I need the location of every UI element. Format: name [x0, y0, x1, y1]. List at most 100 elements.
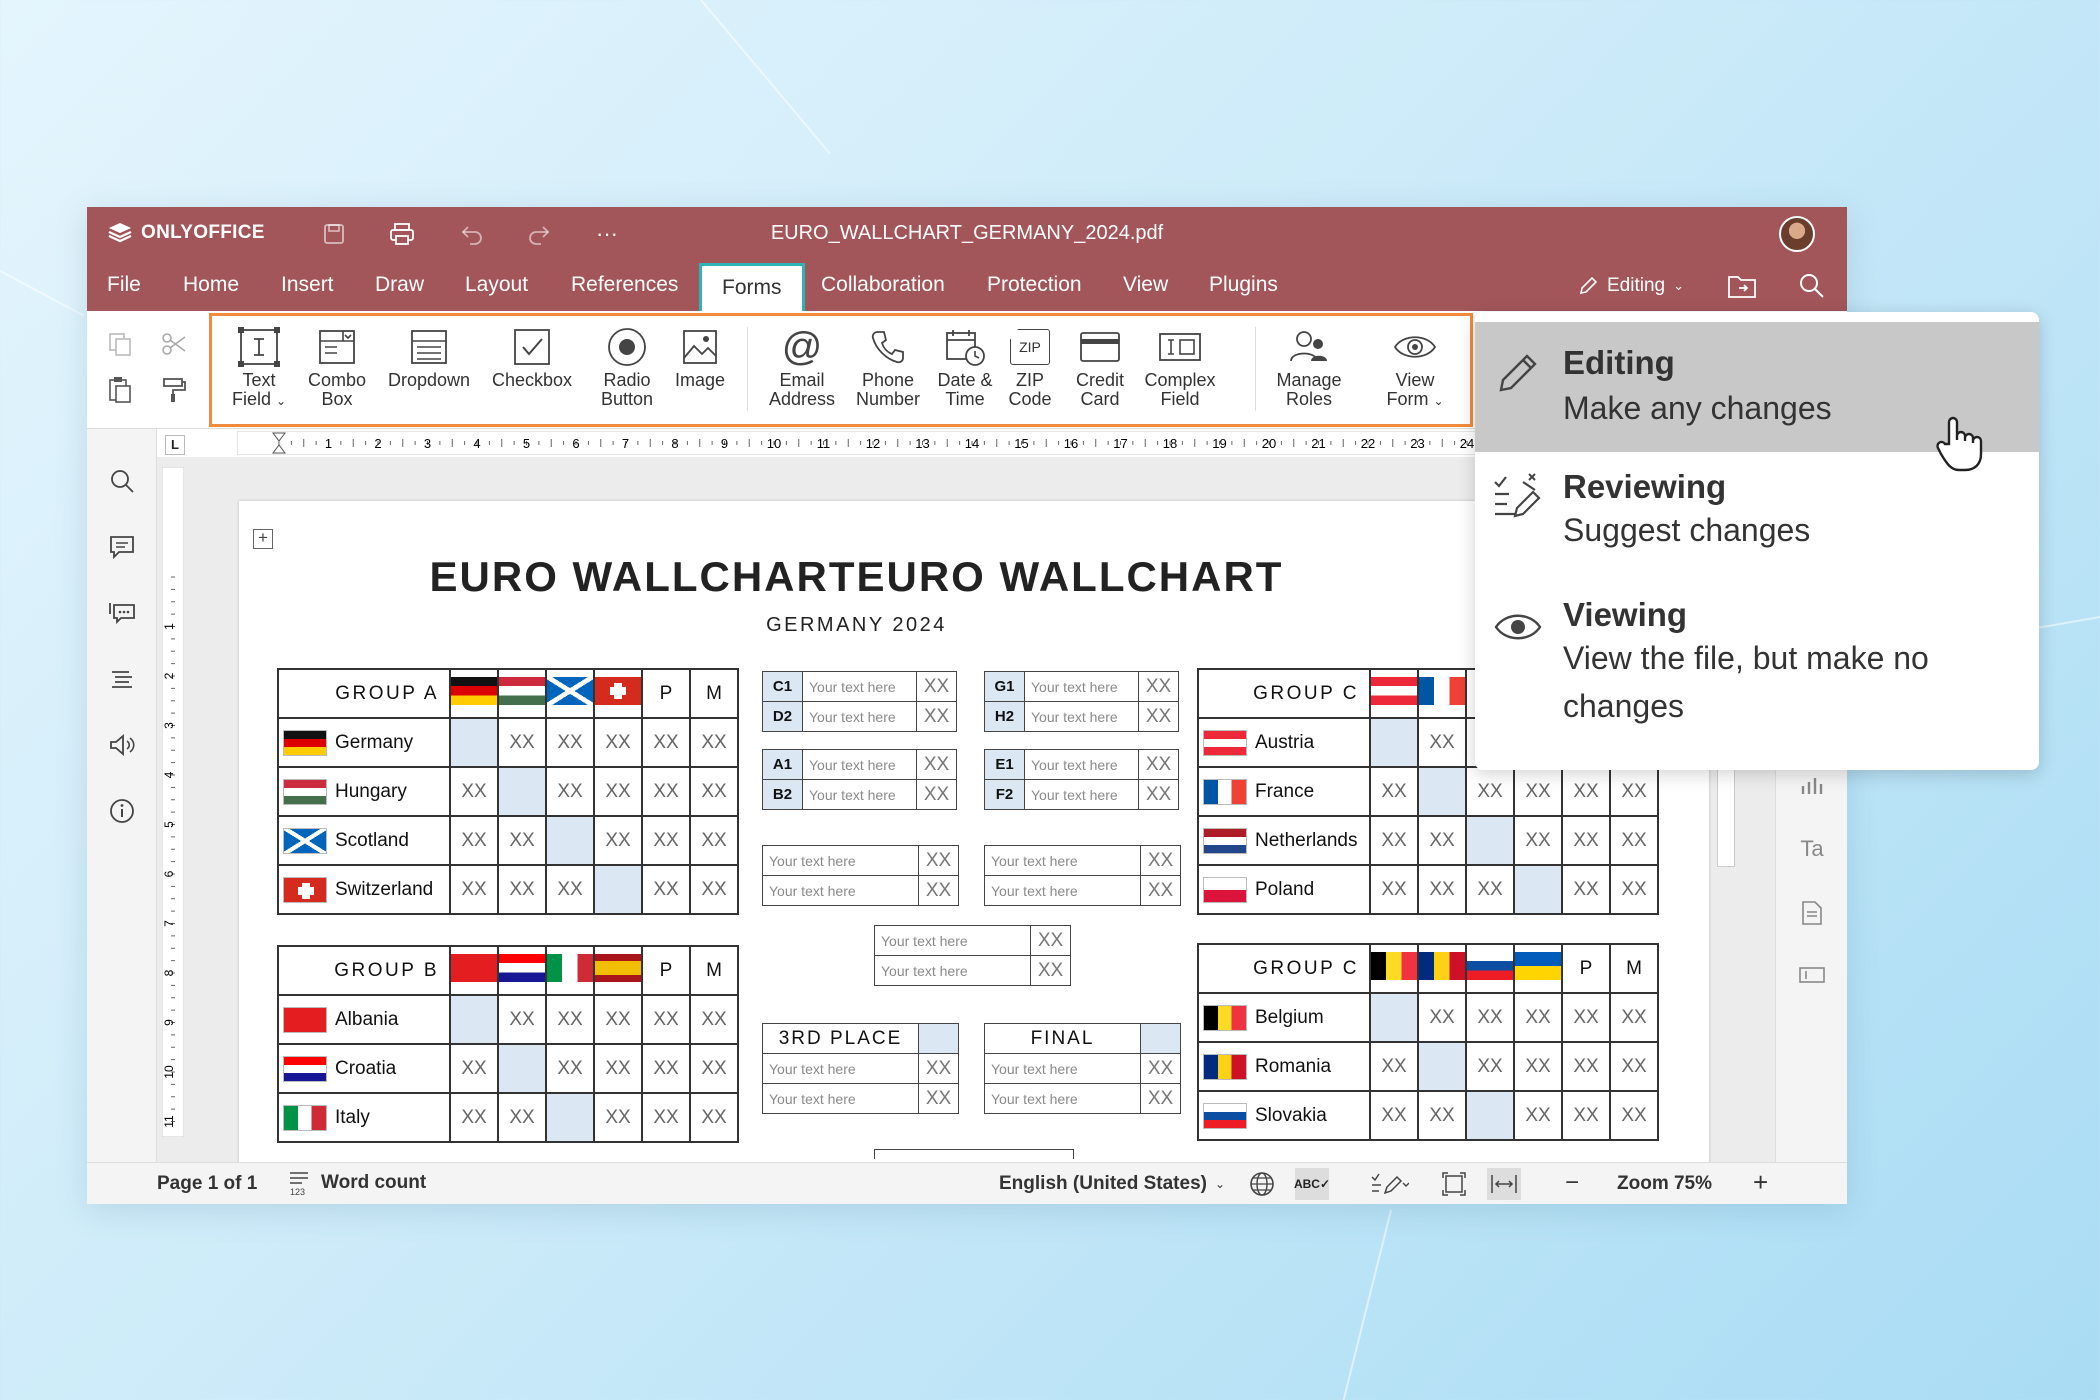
table-cell: A1: [762, 749, 803, 780]
menu-home[interactable]: Home: [183, 273, 239, 297]
team-name: Scotland: [335, 829, 409, 851]
menu-plugins[interactable]: Plugins: [1209, 273, 1278, 297]
zip-icon: ZIP: [1010, 329, 1050, 365]
menu-forms[interactable]: Forms: [699, 263, 805, 311]
table-cell: G1: [984, 671, 1025, 702]
dropdown-button[interactable]: Dropdown: [380, 325, 478, 390]
page-indicator[interactable]: Page 1 of 1: [157, 1173, 257, 1194]
text-art-icon[interactable]: Ta: [1796, 833, 1828, 865]
menu-protection[interactable]: Protection: [987, 273, 1082, 297]
text-field-button[interactable]: Text Field ⌄: [214, 325, 304, 411]
table-cell: F2: [984, 779, 1025, 810]
menu-draw[interactable]: Draw: [375, 273, 424, 297]
table-row: Hungary XX XX XX XX XX: [277, 766, 739, 817]
paste-icon[interactable]: [105, 375, 135, 405]
menu-insert[interactable]: Insert: [281, 273, 334, 297]
table-cell: XX: [449, 766, 499, 817]
final-table: FINAL Your text here XX Your text here XX: [984, 1023, 1181, 1114]
chart-icon[interactable]: [1796, 769, 1828, 801]
ruler-tick-label: 11: [162, 1115, 176, 1128]
info-icon[interactable]: [106, 795, 138, 827]
word-count-button[interactable]: 123 Word count: [287, 1169, 426, 1197]
table-cell: XX: [449, 1043, 499, 1094]
table-cell: [545, 945, 595, 996]
table-row: G1 Your text here XX: [984, 671, 1179, 702]
mode-option-reviewing[interactable]: Reviewing Suggest changes: [1475, 452, 2039, 580]
table-row: A1 Your text here XX: [762, 749, 957, 780]
radio-button-label-2: Button: [600, 389, 654, 409]
fit-width-icon[interactable]: [1487, 1168, 1521, 1200]
fit-page-icon[interactable]: [1439, 1169, 1469, 1199]
chat-icon[interactable]: [106, 597, 138, 629]
spellcheck-icon[interactable]: ABC✓: [1294, 1168, 1330, 1200]
third-place-table: 3RD PLACE Your text here XX Your text her…: [762, 1023, 959, 1114]
credit-card-label-1: Credit: [1075, 370, 1124, 390]
ruler-tick-label: 19: [1212, 436, 1226, 451]
view-form-button[interactable]: View Form ⌄: [1377, 325, 1453, 411]
table-cell: XX: [1609, 864, 1659, 915]
table-row: Your text here XX: [984, 1053, 1181, 1084]
search-icon[interactable]: [106, 465, 138, 497]
globe-icon[interactable]: [1247, 1169, 1277, 1199]
language-selector[interactable]: English (United States) ⌄: [999, 1173, 1225, 1195]
table-cell: [497, 1043, 547, 1094]
form-settings-icon[interactable]: [1796, 897, 1828, 929]
format-painter-icon[interactable]: [159, 375, 189, 405]
dropdown-label: Dropdown: [387, 370, 471, 390]
search-icon[interactable]: [1797, 271, 1827, 301]
user-avatar[interactable]: [1779, 216, 1815, 252]
checkbox-icon: [514, 329, 550, 365]
table-cell: XX: [545, 864, 595, 915]
editing-mode-button[interactable]: Editing ⌄: [1577, 275, 1684, 297]
credit-card-button[interactable]: Credit Card: [1065, 325, 1135, 409]
mode-option-editing[interactable]: Editing Make any changes: [1475, 322, 2039, 472]
manage-roles-button[interactable]: Manage Roles: [1263, 325, 1355, 409]
tab-stop-selector[interactable]: L: [165, 435, 185, 455]
menu-references[interactable]: References: [571, 273, 678, 297]
image-label: Image: [674, 370, 726, 390]
group-c-head: GROUP C: [1197, 668, 1371, 719]
mode-option-viewing[interactable]: Viewing View the file, but make no chang…: [1475, 580, 2039, 760]
complex-field-icon: [1159, 333, 1201, 361]
table-cell: XX: [449, 1092, 499, 1143]
combo-box-button[interactable]: Combo Box: [292, 325, 382, 409]
date-time-button[interactable]: Date & Time: [927, 325, 1003, 409]
table-row: GROUP A P M: [277, 668, 739, 719]
table-cell: XX: [1609, 766, 1659, 817]
switzerland-flag-icon: [283, 876, 327, 903]
track-changes-icon[interactable]: [1363, 1169, 1415, 1199]
menu-collaboration[interactable]: Collaboration: [821, 273, 945, 297]
horizontal-ruler[interactable]: 1 2 3 4 5 6 7 8 9 10 11 12 13 14 15 16 17 18 19 20 21 22 23 24: [237, 431, 1567, 455]
speaker-icon[interactable]: [106, 729, 138, 761]
table-cell: XX: [1609, 1041, 1659, 1092]
dropdown-icon: [411, 330, 447, 364]
table-cell: E1: [984, 749, 1025, 780]
combo-box-label-1: Combo: [307, 370, 367, 390]
eye-icon: [1494, 614, 1542, 640]
table-cell: XX: [1561, 864, 1611, 915]
menu-file[interactable]: File: [107, 273, 141, 297]
open-location-icon[interactable]: [1727, 271, 1757, 301]
vertical-ruler[interactable]: 1 2 3 4 5 6 7 8 9 10 11: [162, 467, 184, 1137]
ruler-tick-label: 5: [523, 436, 530, 451]
semifinal: Your text here XX Your text here XX: [874, 925, 1071, 986]
zoom-out-icon[interactable]: −: [1565, 1169, 1579, 1197]
cut-icon[interactable]: [159, 329, 189, 359]
radio-button-button[interactable]: Radio Button: [587, 325, 667, 409]
zoom-in-icon[interactable]: +: [1753, 1167, 1768, 1198]
checkbox-button[interactable]: Checkbox: [485, 325, 579, 390]
copy-icon[interactable]: [105, 329, 135, 359]
phone-number-button[interactable]: Phone Number: [843, 325, 933, 409]
menu-view[interactable]: View: [1123, 273, 1168, 297]
zip-code-button[interactable]: ZIP ZIP Code: [995, 325, 1065, 409]
table-row: Your text here XX: [984, 1083, 1181, 1114]
image-button[interactable]: Image: [665, 325, 735, 390]
navigation-icon[interactable]: [106, 663, 138, 695]
table-move-handle-icon[interactable]: +: [253, 529, 273, 549]
comment-icon[interactable]: [106, 531, 138, 563]
complex-field-button[interactable]: Complex Field: [1137, 325, 1223, 409]
text-field-settings-icon[interactable]: [1796, 959, 1828, 991]
menu-layout[interactable]: Layout: [465, 273, 528, 297]
email-address-button[interactable]: @ Email Address: [757, 325, 847, 409]
table-cell: [593, 945, 643, 996]
